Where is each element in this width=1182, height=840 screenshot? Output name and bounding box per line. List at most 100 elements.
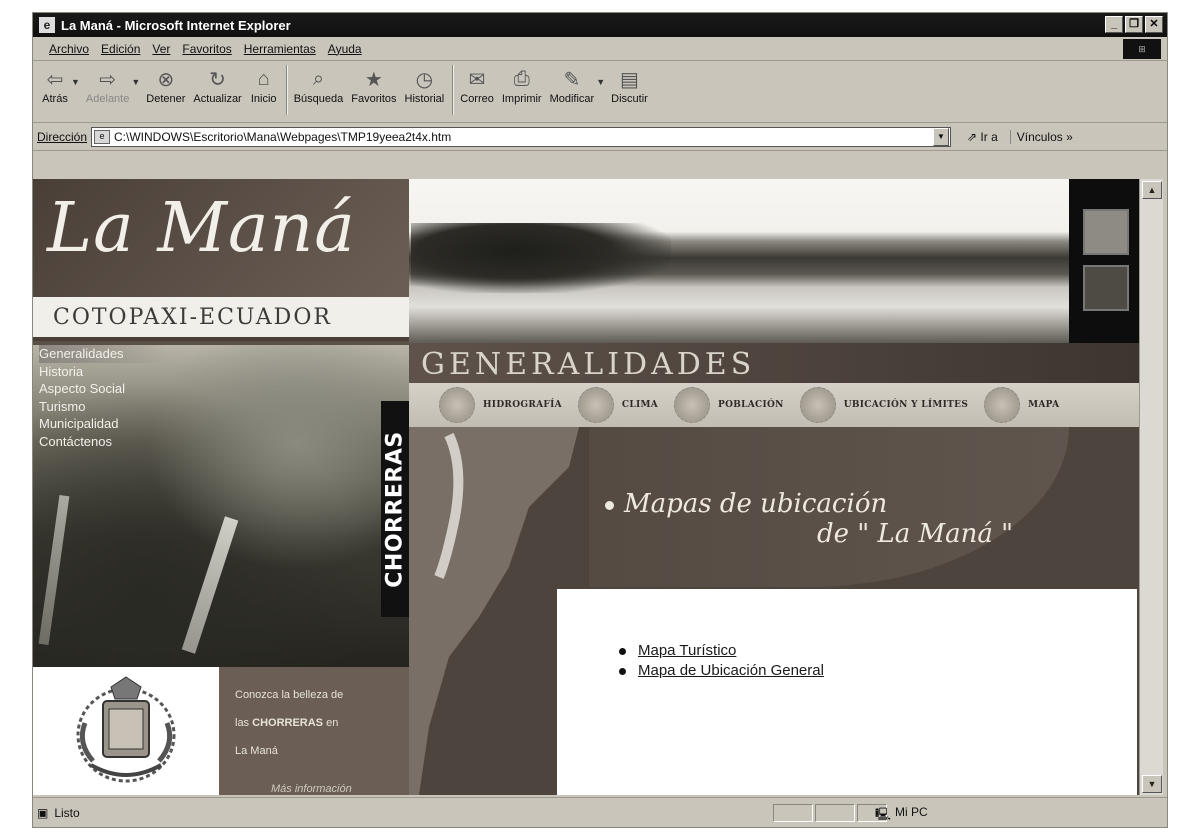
refresh-icon: ↻: [209, 68, 226, 91]
chorreras-tab[interactable]: CHORRERAS: [381, 401, 409, 617]
coat-of-arms-icon: [76, 676, 176, 783]
discuss-label: Discutir: [611, 93, 648, 105]
home-button[interactable]: ⌂ Inicio: [250, 65, 278, 106]
status-cell: [815, 804, 855, 822]
favorites-button[interactable]: ★ Favoritos: [351, 65, 396, 106]
scroll-down-icon[interactable]: ▼: [1142, 775, 1162, 793]
print-button[interactable]: ⎙ Imprimir: [502, 65, 542, 106]
go-button[interactable]: ⇗ Ir a: [967, 130, 998, 144]
subsection-nav: HIDROGRAFÍA CLIMA POBLACIÓN UBICACIÓN Y …: [409, 383, 1139, 427]
menu-edicion[interactable]: Edición: [101, 42, 140, 56]
history-icon: ◷: [415, 68, 434, 91]
site-logo-title: La Maná: [47, 189, 356, 268]
map-heading: Mapas de ubicación: [605, 489, 887, 519]
more-info-link[interactable]: Más información: [271, 783, 352, 795]
discuss-icon: ▤: [620, 68, 639, 91]
search-icon: ⌕: [312, 67, 325, 90]
search-button[interactable]: ⌕ Búsqueda: [294, 65, 344, 106]
thumbnail[interactable]: [1083, 265, 1129, 311]
links-button[interactable]: Vínculos »: [1009, 129, 1073, 144]
menu-favoritos[interactable]: Favoritos: [182, 42, 231, 56]
tab-label: HIDROGRAFÍA: [483, 400, 562, 410]
menu-ver[interactable]: Ver: [152, 42, 170, 56]
vertical-scrollbar[interactable]: ▲ ▼: [1139, 179, 1163, 795]
nav-historia[interactable]: Historia: [39, 363, 169, 381]
links-panel: Mapa Turístico Mapa de Ubicación General: [557, 589, 1137, 795]
printer-icon: ⎙: [513, 67, 530, 90]
maximize-button[interactable]: ❐: [1125, 16, 1143, 33]
map-silhouette: [409, 427, 579, 795]
title-bar: e La Maná - Microsoft Internet Explorer …: [33, 13, 1167, 37]
promo-line-2: las CHORRERAS en: [235, 709, 409, 737]
refresh-button[interactable]: ↻ Actualizar: [193, 65, 241, 106]
section-title: GENERALIDADES: [421, 347, 756, 382]
site-subtitle: COTOPAXI-ECUADOR: [53, 305, 332, 330]
nav-generalidades[interactable]: Generalidades: [39, 345, 169, 363]
menu-herramientas[interactable]: Herramientas: [244, 42, 316, 56]
back-dropdown-icon[interactable]: ▼: [71, 77, 80, 87]
waterfall-stream: [181, 516, 239, 654]
map-heading-line-2: de " La Maná ": [817, 519, 1014, 549]
address-value: C:\WINDOWS\Escritorio\Mana\Webpages\TMP1…: [114, 129, 452, 144]
discuss-button[interactable]: ▤ Discutir: [611, 65, 648, 106]
history-button[interactable]: ◷ Historial: [404, 65, 445, 106]
status-text: Listo: [54, 805, 80, 820]
medallion-icon: [799, 387, 836, 423]
main-panel: Mapas de ubicación de " La Maná " Mapa T…: [409, 427, 1139, 795]
waterfall-photo: Generalidades Historia Aspecto Social Tu…: [33, 345, 409, 667]
minimize-button[interactable]: _: [1105, 16, 1123, 33]
link-mapa-ubicacion-general[interactable]: Mapa de Ubicación General: [638, 661, 824, 681]
tab-ubicacion-limites[interactable]: UBICACIÓN Y LÍMITES: [799, 387, 969, 423]
bullet-icon: [619, 647, 626, 655]
forward-button[interactable]: ⇨ Adelante: [86, 65, 129, 106]
medallion-icon: [577, 387, 614, 423]
scroll-up-icon[interactable]: ▲: [1142, 181, 1162, 199]
nav-contactenos[interactable]: Contáctenos: [39, 433, 169, 451]
list-item: Mapa Turístico: [619, 641, 1137, 661]
toolbar: ⇦ Atrás ▼ ⇨ Adelante ▼ ⊗ Detener ↻ Actua…: [33, 61, 1167, 123]
back-button[interactable]: ⇦ Atrás: [41, 65, 69, 106]
bullet-icon: [605, 500, 614, 510]
tab-label: UBICACIÓN Y LÍMITES: [843, 400, 969, 410]
link-mapa-turistico[interactable]: Mapa Turístico: [638, 641, 736, 661]
tab-hidrografia[interactable]: HIDROGRAFÍA: [439, 387, 562, 423]
tab-poblacion[interactable]: POBLACIÓN: [674, 387, 784, 423]
computer-icon: 🖳: [875, 807, 892, 821]
ie-icon: e: [39, 17, 55, 33]
history-label: Historial: [404, 93, 445, 105]
promo-line-2-pre: las: [235, 717, 253, 729]
status-cell: [773, 804, 813, 822]
edit-dropdown-icon[interactable]: ▼: [596, 77, 605, 87]
subtitle-band: COTOPAXI-ECUADOR: [33, 297, 409, 341]
logo-area: La Maná: [33, 179, 409, 297]
thumbnail[interactable]: [1083, 209, 1129, 255]
tab-label: POBLACIÓN: [718, 400, 784, 410]
promo-line-2-post: en: [323, 717, 339, 729]
close-button[interactable]: ✕: [1145, 16, 1163, 33]
nav-municipalidad[interactable]: Municipalidad: [39, 415, 169, 433]
tab-mapa[interactable]: MAPA: [984, 387, 1059, 423]
forward-arrow-icon: ⇨: [99, 68, 117, 91]
address-dropdown-icon[interactable]: ▼: [933, 127, 950, 146]
address-input[interactable]: e C:\WINDOWS\Escritorio\Mana\Webpages\TM…: [91, 126, 952, 147]
address-label: Dirección: [37, 129, 88, 144]
menu-bar: Archivo Edición Ver Favoritos Herramient…: [33, 37, 1167, 61]
home-icon: ⌂: [257, 67, 270, 90]
edit-button[interactable]: ✎ Modificar: [550, 65, 595, 106]
browser-window: e La Maná - Microsoft Internet Explorer …: [32, 12, 1168, 828]
menu-ayuda[interactable]: Ayuda: [328, 42, 362, 56]
left-column: La Maná COTOPAXI-ECUADOR Generalidades H…: [33, 179, 409, 795]
site-nav: Generalidades Historia Aspecto Social Tu…: [39, 345, 169, 450]
status-page-icon: ▣: [37, 805, 49, 820]
tab-label: CLIMA: [621, 400, 659, 410]
banner-treeline: [411, 223, 671, 293]
nav-aspecto-social[interactable]: Aspecto Social: [39, 380, 169, 398]
page-icon: e: [94, 129, 111, 144]
thumbnail-strip: [1069, 179, 1139, 343]
nav-turismo[interactable]: Turismo: [39, 398, 169, 416]
menu-archivo[interactable]: Archivo: [49, 42, 89, 56]
mail-button[interactable]: ✉ Correo: [460, 65, 494, 106]
stop-button[interactable]: ⊗ Detener: [146, 65, 185, 106]
forward-dropdown-icon[interactable]: ▼: [131, 77, 140, 87]
tab-clima[interactable]: CLIMA: [577, 387, 659, 423]
